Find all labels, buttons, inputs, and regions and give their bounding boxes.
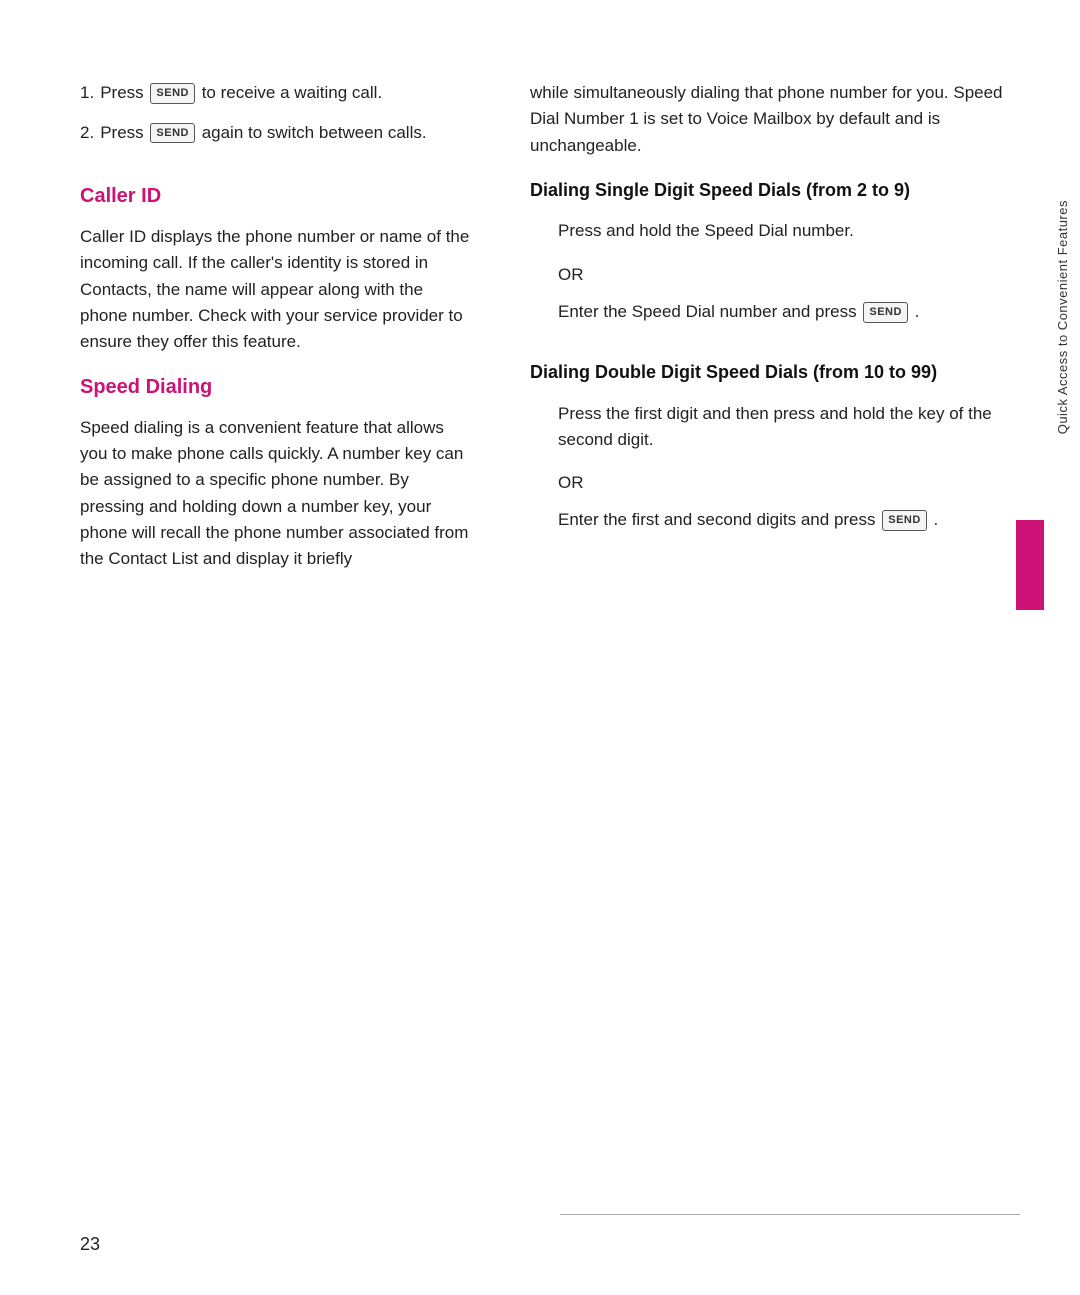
send-badge-3: SEND <box>863 302 908 323</box>
double-digit-step1: Press the first digit and then press and… <box>558 401 1020 454</box>
page-container: 1. Press SEND to receive a waiting call.… <box>0 0 1080 1295</box>
double-digit-step2-before: Enter the first and second digits and pr… <box>558 510 876 529</box>
single-digit-section: Dialing Single Digit Speed Dials (from 2… <box>530 179 1020 325</box>
send-badge-1: SEND <box>150 83 195 104</box>
double-digit-section: Dialing Double Digit Speed Dials (from 1… <box>530 361 1020 533</box>
single-digit-heading: Dialing Single Digit Speed Dials (from 2… <box>530 179 1020 202</box>
list-item-1: 1. Press SEND to receive a waiting call. <box>80 80 470 106</box>
double-digit-step2-block: Enter the first and second digits and pr… <box>530 507 1020 533</box>
double-digit-or: OR <box>558 473 1020 493</box>
columns-wrapper: 1. Press SEND to receive a waiting call.… <box>80 80 1020 1235</box>
li1-before: Press <box>100 83 143 102</box>
single-digit-or-block: OR <box>530 265 1020 285</box>
left-column: 1. Press SEND to receive a waiting call.… <box>80 80 510 1235</box>
divider-line <box>560 1214 1020 1215</box>
double-digit-heading: Dialing Double Digit Speed Dials (from 1… <box>530 361 1020 384</box>
double-digit-or-block: OR <box>530 473 1020 493</box>
sidebar-label-container: Quick Access to Convenient Features <box>1044 0 1080 1295</box>
double-digit-step2-after: . <box>934 510 939 529</box>
list-item-2-text: Press SEND again to switch between calls… <box>100 120 426 146</box>
li1-after: to receive a waiting call. <box>202 83 382 102</box>
list-item-2-number: 2. <box>80 120 94 146</box>
double-digit-step2: Enter the first and second digits and pr… <box>558 507 1020 533</box>
single-digit-or: OR <box>558 265 1020 285</box>
intro-continuation: while simultaneously dialing that phone … <box>530 80 1020 159</box>
list-item-1-number: 1. <box>80 80 94 106</box>
single-digit-step1: Press and hold the Speed Dial number. <box>558 218 1020 244</box>
speed-dialing-body: Speed dialing is a convenient feature th… <box>80 415 470 573</box>
li2-before: Press <box>100 123 143 142</box>
list-item-1-text: Press SEND to receive a waiting call. <box>100 80 382 106</box>
speed-dialing-heading: Speed Dialing <box>80 376 470 399</box>
single-digit-step2-block: Enter the Speed Dial number and press SE… <box>530 299 1020 325</box>
send-badge-2: SEND <box>150 123 195 144</box>
li2-after: again to switch between calls. <box>202 123 427 142</box>
single-digit-step2-before: Enter the Speed Dial number and press <box>558 302 857 321</box>
caller-id-heading: Caller ID <box>80 185 470 208</box>
caller-id-body: Caller ID displays the phone number or n… <box>80 224 470 356</box>
double-digit-step1-block: Press the first digit and then press and… <box>530 401 1020 454</box>
intro-list: 1. Press SEND to receive a waiting call.… <box>80 80 470 145</box>
sidebar-text: Quick Access to Convenient Features <box>1055 200 1070 434</box>
page-number: 23 <box>80 1234 100 1255</box>
send-badge-4: SEND <box>882 510 927 531</box>
single-digit-step2-after: . <box>915 302 920 321</box>
list-item-2: 2. Press SEND again to switch between ca… <box>80 120 470 146</box>
right-column: while simultaneously dialing that phone … <box>510 80 1020 1235</box>
single-digit-step1-block: Press and hold the Speed Dial number. <box>530 218 1020 244</box>
sidebar-accent <box>1016 520 1044 610</box>
single-digit-step2: Enter the Speed Dial number and press SE… <box>558 299 1020 325</box>
